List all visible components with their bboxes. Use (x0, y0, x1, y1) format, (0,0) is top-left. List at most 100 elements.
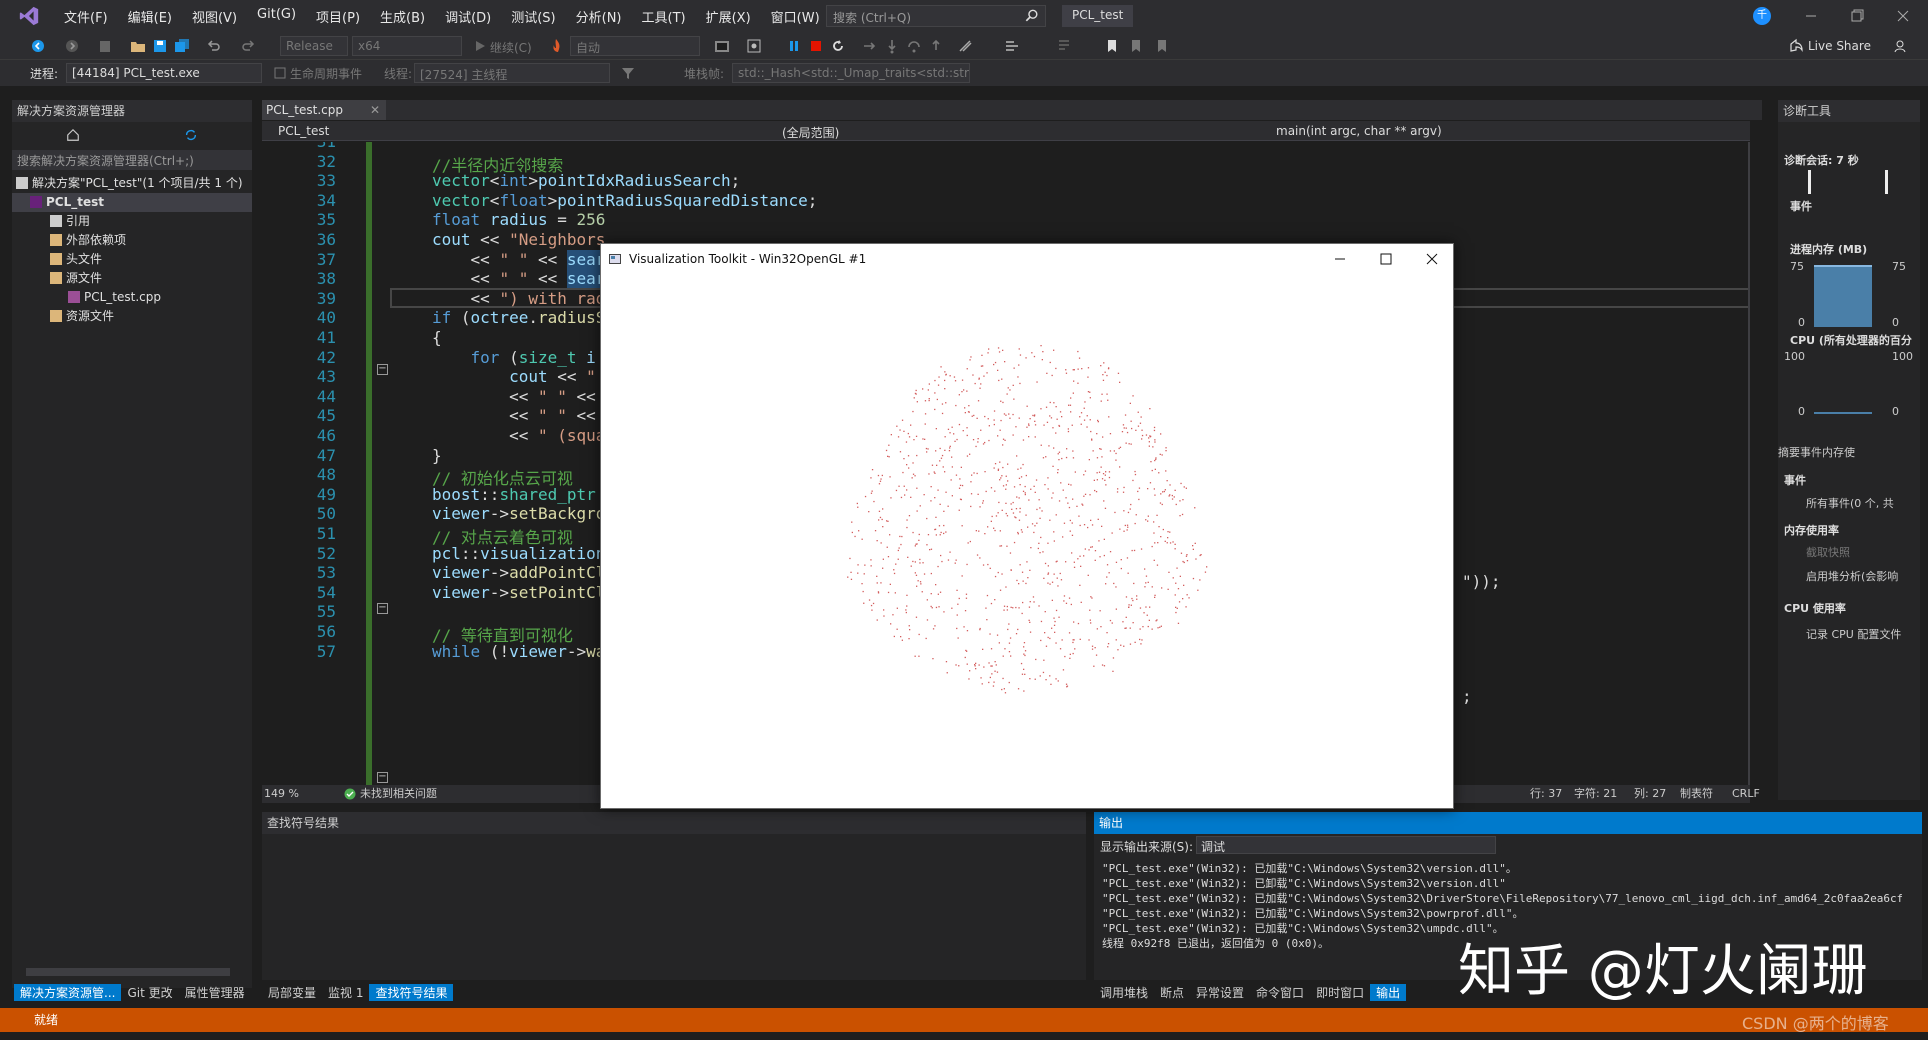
bottom-tab[interactable]: 异常设置 (1190, 984, 1250, 1001)
solution-search-input[interactable]: 搜索解决方案资源管理器(Ctrl+;) (12, 150, 252, 170)
menu-item[interactable]: 分析(N) (566, 7, 632, 26)
back-icon[interactable] (30, 38, 46, 54)
fold-marker-50[interactable]: − (377, 603, 388, 614)
vtk-close-icon[interactable] (1409, 244, 1455, 274)
diag-heap[interactable]: 启用堆分析(会影响 (1806, 568, 1898, 584)
restart-icon[interactable] (830, 38, 846, 54)
new-project-icon[interactable] (98, 38, 114, 54)
vertical-scrollbar[interactable] (1748, 142, 1750, 785)
live-share-icon[interactable] (1788, 38, 1804, 54)
user-avatar[interactable]: 千 (1753, 7, 1771, 25)
forward-icon[interactable] (64, 38, 80, 54)
nav-function-select[interactable]: main(int argc, char ** argv) (1276, 124, 1716, 138)
save-all-icon[interactable] (174, 38, 190, 54)
bookmark-icon[interactable] (1104, 38, 1120, 54)
tree-solution[interactable]: 解决方案"PCL_test"(1 个项目/共 1 个) (12, 174, 243, 193)
tree-resource-files[interactable]: 资源文件 (12, 307, 114, 326)
vtk-render-window[interactable]: Visualization Toolkit - Win32OpenGL #1 (600, 243, 1454, 809)
pause-icon[interactable] (786, 38, 802, 54)
issues-status[interactable]: 未找到相关问题 (360, 785, 437, 803)
tree-references[interactable]: 引用 (12, 212, 90, 231)
menu-item[interactable]: 扩展(X) (696, 7, 761, 26)
sync-icon[interactable] (184, 128, 198, 142)
bottom-tab[interactable]: 输出 (1370, 984, 1407, 1001)
comment-icon[interactable] (1056, 38, 1072, 54)
tree-header-files[interactable]: 头文件 (12, 250, 102, 269)
close-icon[interactable] (1880, 0, 1926, 32)
zoom-level[interactable]: 149 % (264, 785, 299, 803)
close-tab-icon[interactable]: ✕ (370, 100, 380, 120)
nav-project-select[interactable]: PCL_test (278, 124, 748, 138)
bottom-tab[interactable]: 调用堆栈 (1094, 984, 1154, 1001)
step-over-icon[interactable] (906, 38, 922, 54)
minimize-icon[interactable] (1788, 0, 1834, 32)
breakpoints-icon[interactable] (958, 38, 974, 54)
screenshot-icon[interactable] (714, 38, 730, 54)
tree-source-files[interactable]: 源文件 (12, 269, 102, 288)
save-icon[interactable] (152, 38, 168, 54)
live-share-button[interactable]: Live Share (1808, 39, 1871, 53)
diag-cpu-profile[interactable]: 记录 CPU 配置文件 (1806, 626, 1901, 642)
fold-marker-40[interactable]: − (377, 364, 388, 375)
vtk-maximize-icon[interactable] (1363, 244, 1409, 274)
bottom-tab[interactable]: Git 更改 (121, 984, 178, 1001)
live-visual-tree-icon[interactable] (746, 38, 762, 54)
lifecycle-events-button[interactable]: 生命周期事件 (290, 65, 362, 82)
menu-item[interactable]: 项目(P) (306, 7, 370, 26)
configuration-select[interactable]: Release (280, 36, 348, 56)
editor-tab[interactable]: PCL_test.cpp ✕ (262, 100, 386, 120)
search-icon[interactable] (1025, 9, 1039, 23)
diag-all-events[interactable]: 所有事件(0 个, 共 (1806, 495, 1894, 511)
eol-mode[interactable]: CRLF (1732, 785, 1760, 803)
menu-item[interactable]: 生成(B) (370, 7, 435, 26)
tabs-mode[interactable]: 制表符 (1680, 785, 1713, 803)
hot-reload-icon[interactable] (548, 38, 564, 54)
stop-icon[interactable] (808, 38, 824, 54)
tree-project[interactable]: PCL_test (12, 193, 252, 212)
menu-item[interactable]: 窗口(W) (761, 7, 830, 26)
restore-icon[interactable] (1834, 0, 1880, 32)
continue-button[interactable]: 继续(C) (490, 39, 532, 56)
process-select[interactable]: [44184] PCL_test.exe (66, 63, 262, 83)
diag-snapshot[interactable]: 截取快照 (1806, 544, 1850, 560)
step-into-icon[interactable] (884, 38, 900, 54)
tree-external-deps[interactable]: 外部依赖项 (12, 231, 126, 250)
diag-tab[interactable]: 内存使 (1822, 444, 1855, 462)
bottom-tab[interactable]: 解决方案资源管... (14, 984, 122, 1001)
bottom-tab[interactable]: 命令窗口 (1250, 984, 1310, 1001)
lifecycle-events-icon[interactable] (272, 65, 288, 81)
menu-item[interactable]: 工具(T) (632, 7, 696, 26)
home-icon[interactable] (66, 128, 80, 142)
bottom-tab[interactable]: 查找符号结果 (369, 984, 454, 1001)
horizontal-scrollbar[interactable] (26, 968, 230, 976)
nav-scope-select[interactable]: (全局范围) (782, 124, 1262, 141)
open-folder-icon[interactable] (130, 38, 146, 54)
bottom-tab[interactable]: 局部变量 (262, 984, 322, 1001)
point-cloud-view[interactable] (601, 274, 1453, 808)
auto-select[interactable]: 自动 (570, 36, 700, 56)
fold-marker-57[interactable]: − (377, 772, 388, 783)
bookmark-prev-icon[interactable] (1128, 38, 1144, 54)
menu-item[interactable]: 测试(S) (501, 7, 565, 26)
step-out-icon[interactable] (928, 38, 944, 54)
menu-item[interactable]: 调试(D) (435, 7, 501, 26)
format-icon[interactable] (1004, 38, 1020, 54)
vtk-minimize-icon[interactable] (1317, 244, 1363, 274)
bottom-tab[interactable]: 监视 1 (322, 984, 369, 1001)
bottom-tab[interactable]: 即时窗口 (1310, 984, 1370, 1001)
feedback-icon[interactable] (1892, 38, 1908, 54)
show-next-statement-icon[interactable] (862, 38, 878, 54)
play-icon[interactable] (472, 38, 488, 54)
bottom-tab[interactable]: 断点 (1154, 984, 1190, 1001)
filter-icon[interactable] (620, 65, 636, 81)
bookmark-next-icon[interactable] (1154, 38, 1170, 54)
menu-item[interactable]: 文件(F) (54, 7, 118, 26)
tree-cpp-file[interactable]: PCL_test.cpp (12, 288, 161, 307)
stack-frame-select[interactable]: std::_Hash<std::_Umap_traits<std::strir (732, 63, 970, 83)
platform-select[interactable]: x64 (352, 36, 462, 56)
search-input[interactable]: 搜索 (Ctrl+Q) (826, 5, 1046, 27)
menu-item[interactable]: 视图(V) (182, 7, 247, 26)
menu-item[interactable]: 编辑(E) (118, 7, 182, 26)
bottom-tab[interactable]: 属性管理器 (179, 984, 251, 1001)
undo-icon[interactable] (206, 38, 222, 54)
